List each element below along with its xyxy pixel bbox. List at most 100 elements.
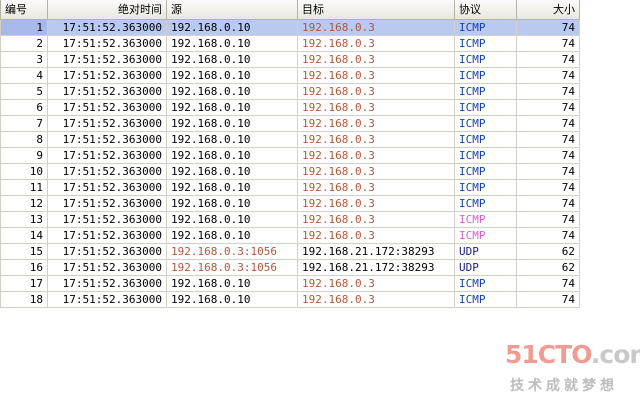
cell-protocol: ICMP <box>454 162 517 180</box>
packet-row[interactable]: 9 17:51:52.363000 192.168.0.10 192.168.0.3 I… <box>0 146 580 164</box>
cell-protocol: ICMP <box>454 130 517 148</box>
packet-row[interactable]: 4 17:51:52.363000 192.168.0.10 192.168.0.3 I… <box>0 66 580 84</box>
column-header-time[interactable]: 绝对时间 <box>47 0 167 20</box>
packet-row[interactable]: 7 17:51:52.363000 192.168.0.10 192.168.0.3 I… <box>0 114 580 132</box>
cell-protocol: UDP <box>454 242 517 260</box>
column-header-protocol[interactable]: 协议 <box>454 0 517 20</box>
column-header-destination[interactable]: 目标 <box>297 0 455 20</box>
packet-row[interactable]: 12 17:51:52.363000 192.168.0.10 192.168.0.3… <box>0 194 580 212</box>
cell-source: 192.168.0.10 <box>166 66 298 84</box>
cell-no: 10 <box>0 162 48 180</box>
cell-size: 74 <box>516 178 580 196</box>
cell-destination: 192.168.0.3 <box>297 194 455 212</box>
cell-size: 74 <box>516 146 580 164</box>
cell-time: 17:51:52.363000 <box>47 18 167 36</box>
packet-row[interactable]: 17 17:51:52.363000 192.168.0.10 192.168.0.3… <box>0 274 580 292</box>
cell-size: 74 <box>516 98 580 116</box>
cell-source: 192.168.0.10 <box>166 34 298 52</box>
cell-protocol: ICMP <box>454 82 517 100</box>
packet-row[interactable]: 14 17:51:52.363000 192.168.0.10 192.168.0.3… <box>0 226 580 244</box>
packet-row[interactable]: 3 17:51:52.363000 192.168.0.10 192.168.0.3 I… <box>0 50 580 68</box>
cell-destination: 192.168.0.3 <box>297 18 455 36</box>
cell-time: 17:51:52.363000 <box>47 50 167 68</box>
cell-source: 192.168.0.10 <box>166 274 298 292</box>
cell-protocol: ICMP <box>454 146 517 164</box>
cell-source: 192.168.0.10 <box>166 162 298 180</box>
cell-size: 74 <box>516 114 580 132</box>
packet-row[interactable]: 1 17:51:52.363000 192.168.0.10 192.168.0.3 I… <box>0 18 580 36</box>
cell-source: 192.168.0.10 <box>166 130 298 148</box>
cell-protocol: ICMP <box>454 210 517 228</box>
cell-source: 192.168.0.10 <box>166 82 298 100</box>
cell-protocol: ICMP <box>454 34 517 52</box>
cell-size: 74 <box>516 194 580 212</box>
cell-no: 3 <box>0 50 48 68</box>
cell-size: 74 <box>516 210 580 228</box>
cell-time: 17:51:52.363000 <box>47 210 167 228</box>
column-header-no[interactable]: 编号 <box>0 0 48 20</box>
cell-destination: 192.168.0.3 <box>297 210 455 228</box>
cell-destination: 192.168.0.3 <box>297 146 455 164</box>
cell-time: 17:51:52.363000 <box>47 194 167 212</box>
packet-row[interactable]: 2 17:51:52.363000 192.168.0.10 192.168.0.3 I… <box>0 34 580 52</box>
cell-protocol: ICMP <box>454 274 517 292</box>
packet-row[interactable]: 10 17:51:52.363000 192.168.0.10 192.168.0.3… <box>0 162 580 180</box>
cell-protocol: ICMP <box>454 18 517 36</box>
cell-no: 9 <box>0 146 48 164</box>
cell-time: 17:51:52.363000 <box>47 98 167 116</box>
cell-no: 11 <box>0 178 48 196</box>
cell-source: 192.168.0.10 <box>166 210 298 228</box>
cell-size: 74 <box>516 50 580 68</box>
cell-protocol: ICMP <box>454 178 517 196</box>
cell-source: 192.168.0.10 <box>166 98 298 116</box>
column-header-source[interactable]: 源 <box>166 0 298 20</box>
packet-row[interactable]: 15 17:51:52.363000 192.168.0.3:1056 192.168… <box>0 242 580 260</box>
cell-no: 16 <box>0 258 48 276</box>
watermark-brand-prefix: 51CTO <box>505 340 592 369</box>
packet-row[interactable]: 16 17:51:52.363000 192.168.0.3:1056 192.168… <box>0 258 580 276</box>
cell-size: 74 <box>516 82 580 100</box>
cell-time: 17:51:52.363000 <box>47 34 167 52</box>
packet-list-header: 编号 绝对时间 源 目标 协议 大小 <box>0 0 580 20</box>
cell-protocol: UDP <box>454 258 517 276</box>
packet-list-table[interactable]: 编号 绝对时间 源 目标 协议 大小 1 17:51:52.363000 192.1… <box>0 0 580 308</box>
packet-row[interactable]: 8 17:51:52.363000 192.168.0.10 192.168.0.3 I… <box>0 130 580 148</box>
cell-no: 5 <box>0 82 48 100</box>
cell-destination: 192.168.0.3 <box>297 130 455 148</box>
cell-destination: 192.168.21.172:38293 <box>297 242 455 260</box>
cell-protocol: ICMP <box>454 194 517 212</box>
cell-protocol: ICMP <box>454 66 517 84</box>
cell-protocol: ICMP <box>454 50 517 68</box>
cell-time: 17:51:52.363000 <box>47 290 167 308</box>
cell-no: 2 <box>0 34 48 52</box>
cell-destination: 192.168.0.3 <box>297 226 455 244</box>
cell-destination: 192.168.0.3 <box>297 82 455 100</box>
cell-time: 17:51:52.363000 <box>47 242 167 260</box>
cell-no: 17 <box>0 274 48 292</box>
cell-time: 17:51:52.363000 <box>47 130 167 148</box>
cell-protocol: ICMP <box>454 226 517 244</box>
packet-row[interactable]: 6 17:51:52.363000 192.168.0.10 192.168.0.3 I… <box>0 98 580 116</box>
watermark-brand-suffix: .com <box>590 340 640 369</box>
watermark-slogan: 技术成就梦想 <box>510 378 618 394</box>
cell-no: 13 <box>0 210 48 228</box>
packet-row[interactable]: 11 17:51:52.363000 192.168.0.10 192.168.0.3… <box>0 178 580 196</box>
cell-source: 192.168.0.10 <box>166 50 298 68</box>
packet-row[interactable]: 13 17:51:52.363000 192.168.0.10 192.168.0.3… <box>0 210 580 228</box>
cell-destination: 192.168.0.3 <box>297 98 455 116</box>
cell-time: 17:51:52.363000 <box>47 274 167 292</box>
cell-source: 192.168.0.10 <box>166 290 298 308</box>
packet-row[interactable]: 5 17:51:52.363000 192.168.0.10 192.168.0.3 I… <box>0 82 580 100</box>
cell-no: 1 <box>0 18 48 36</box>
cell-protocol: ICMP <box>454 290 517 308</box>
column-header-size[interactable]: 大小 <box>516 0 580 20</box>
packet-row[interactable]: 18 17:51:52.363000 192.168.0.10 192.168.0.3… <box>0 290 580 308</box>
cell-no: 15 <box>0 242 48 260</box>
cell-time: 17:51:52.363000 <box>47 226 167 244</box>
cell-protocol: ICMP <box>454 98 517 116</box>
cell-destination: 192.168.0.3 <box>297 290 455 308</box>
cell-time: 17:51:52.363000 <box>47 114 167 132</box>
cell-destination: 192.168.0.3 <box>297 274 455 292</box>
cell-source: 192.168.0.10 <box>166 114 298 132</box>
cell-no: 18 <box>0 290 48 308</box>
